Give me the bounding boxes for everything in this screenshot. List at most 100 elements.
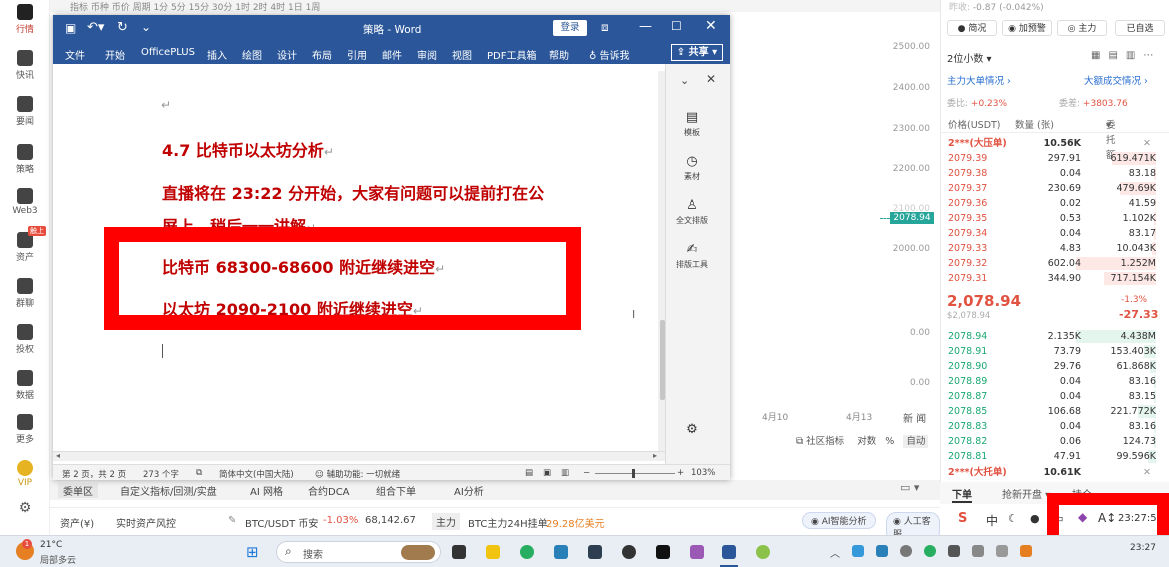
tab-orders[interactable]: 委单区 [58,483,98,498]
bid-row[interactable]: 2078.90 29.76 61.868K [941,359,1169,374]
nav-item-3[interactable]: 策略 [0,144,50,175]
decimals-select[interactable]: 2位小数 ▾ [947,50,992,65]
proof-icon[interactable]: ⧉ [196,468,202,478]
tab-combo-order[interactable]: 组合下单 [376,483,416,498]
zoom-slider[interactable] [595,473,675,474]
undo-icon[interactable]: ↶▾ [87,20,104,35]
nav-item-0[interactable]: 行情 [0,4,50,35]
ticker-pair[interactable]: BTC/USDT 币安 [245,515,318,530]
risk-control-label[interactable]: 实时资产风控 [116,515,176,530]
moon-icon[interactable]: ☾ [1008,512,1018,525]
save-icon[interactable]: ▣ [65,21,76,35]
add-alert-button[interactable]: ◉ 加预警 [1002,20,1052,36]
bid-row[interactable]: 2078.81 47.91 99.596K [941,449,1169,464]
tab-custom-indicators[interactable]: 自定义指标/回测/实盘 [120,483,217,498]
overview-button[interactable]: ● 简况 [947,20,997,36]
tab-pdf-tools[interactable]: PDF工具箱 [487,47,536,62]
ask-row[interactable]: 2079.38 0.04 83.18 [941,166,1169,181]
log-scale-button[interactable]: 对数 [857,436,876,447]
edge-icon[interactable] [520,545,534,559]
zoom-in-icon[interactable]: + [677,468,684,478]
horizontal-scrollbar[interactable]: ◂ ▸ [53,451,665,461]
tab-help[interactable]: 帮助 [549,47,569,62]
close-icon[interactable]: ✕ [705,18,717,34]
microphone-icon[interactable]: ● [1030,512,1040,525]
ai-analysis-button[interactable]: ◉ AI智能分析 [802,512,876,529]
bid-row[interactable]: 2078.87 0.04 83.15 [941,389,1169,404]
community-indicator-button[interactable]: 社区指标 [806,436,844,447]
collapse-icon[interactable]: ⌄ [680,74,689,87]
tab-design[interactable]: 设计 [277,47,297,62]
tab-home[interactable]: 开始 [105,47,125,62]
bid-row[interactable]: 2078.91 73.79 153.403K [941,344,1169,359]
ask-row[interactable]: 2079.39 297.91 619.471K [941,151,1169,166]
ask-row[interactable]: 2079.36 0.02 41.59 [941,196,1169,211]
input-lang[interactable]: 中 [986,512,998,529]
main-force-button[interactable]: ◎ 主力 [1057,20,1107,36]
maximize-icon[interactable]: ☐ [671,19,682,33]
share-button[interactable]: ⇪ 共享 ▾ [671,44,723,61]
page-count[interactable]: 第 2 页，共 2 页 [62,468,126,480]
tab-ai-analysis[interactable]: AI分析 [454,483,484,498]
zoom-out-icon[interactable]: − [583,468,590,478]
nav-item-4[interactable]: Web3 [0,188,50,216]
tab-file[interactable]: 文件 [65,47,85,62]
added-watchlist-button[interactable]: 已自选 [1115,20,1165,36]
tab-references[interactable]: 引用 [347,47,367,62]
tray-icon[interactable] [1020,545,1032,557]
login-button[interactable]: 登录 [553,20,587,36]
side-template[interactable]: ▤ 模板 [666,110,718,138]
store-icon[interactable] [554,545,568,559]
nav-item-9[interactable]: 更多 [0,414,50,445]
doc-heading[interactable]: 4.7 比特币以太坊分析↵ [162,137,334,161]
zoom-slider-thumb[interactable] [632,469,635,478]
nav-item-1[interactable]: 快讯 [0,50,50,81]
ask-row[interactable]: 2079.33 4.83 10.043K [941,241,1169,256]
zoom-level[interactable]: 103% [691,468,715,478]
read-mode-icon[interactable]: ▤ [525,468,533,478]
main-orders-link[interactable]: 主力大单情况 › [947,73,1011,87]
nav-item-10[interactable]: VIP [0,460,50,488]
assets-label[interactable]: 资产(¥) [60,515,94,530]
app-icon[interactable] [656,545,670,559]
tray-icon[interactable] [996,545,1008,557]
side-full-layout[interactable]: ♙ 全文排版 [666,198,718,226]
word-taskbar-icon[interactable] [722,545,736,559]
tab-officeplus[interactable]: OfficePLUS [141,47,195,58]
news-label[interactable]: 新 闻 [903,410,926,425]
side-layout-tools[interactable]: ✍ 排版工具 [666,242,718,270]
app-icon[interactable] [622,545,636,559]
task-view-icon[interactable] [452,545,466,559]
panel-window-icons[interactable]: ▭ ▾ [900,481,919,494]
chevron-up-icon[interactable]: ︿ [830,545,840,560]
tab-contract-dca[interactable]: 合约DCA [308,483,350,498]
minimize-icon[interactable]: — [639,19,652,34]
app-icon[interactable] [690,545,704,559]
tab-review[interactable]: 审阅 [417,47,437,62]
tab-view[interactable]: 视图 [452,47,472,62]
print-layout-icon[interactable]: ▣ [543,468,551,478]
word-count[interactable]: 273 个字 [143,468,179,480]
search-box[interactable]: ⌕ 搜索 [276,541,441,563]
file-explorer-icon[interactable] [486,545,500,559]
tray-icon[interactable] [948,545,960,557]
tab-ai-grid[interactable]: AI 网格 [250,483,283,498]
side-material[interactable]: ◷ 素材 [666,154,718,182]
tab-layout[interactable]: 布局 [312,47,332,62]
doc-paragraph-1[interactable]: 直播将在 23:22 分开始，大家有问题可以提前打在公 [162,180,544,204]
tray-icon[interactable] [852,545,864,557]
bid-row[interactable]: 2078.83 0.04 83.16 [941,419,1169,434]
bid-row[interactable]: 2078.94 2.135K 4.438M [941,329,1169,344]
tray-icon[interactable] [972,545,984,557]
bid-row[interactable]: 2078.85 106.68 221.772K [941,404,1169,419]
ask-row[interactable]: 2079.34 0.04 83.17 [941,226,1169,241]
terminal-icon[interactable] [588,545,602,559]
start-icon[interactable]: ⊞ [246,543,259,561]
price-chart[interactable]: 2500.00 2400.00 2300.00 2200.00 2100.00 … [730,12,938,482]
customize-icon[interactable]: ⌄ [141,20,151,34]
nav-item-8[interactable]: 数据 [0,370,50,401]
tray-icon[interactable] [900,545,912,557]
tab-new-listing[interactable]: 抢新开盘 ▾ [1002,486,1050,501]
nav-item-2[interactable]: 要闻 [0,96,50,127]
tab-insert[interactable]: 插入 [207,47,227,62]
